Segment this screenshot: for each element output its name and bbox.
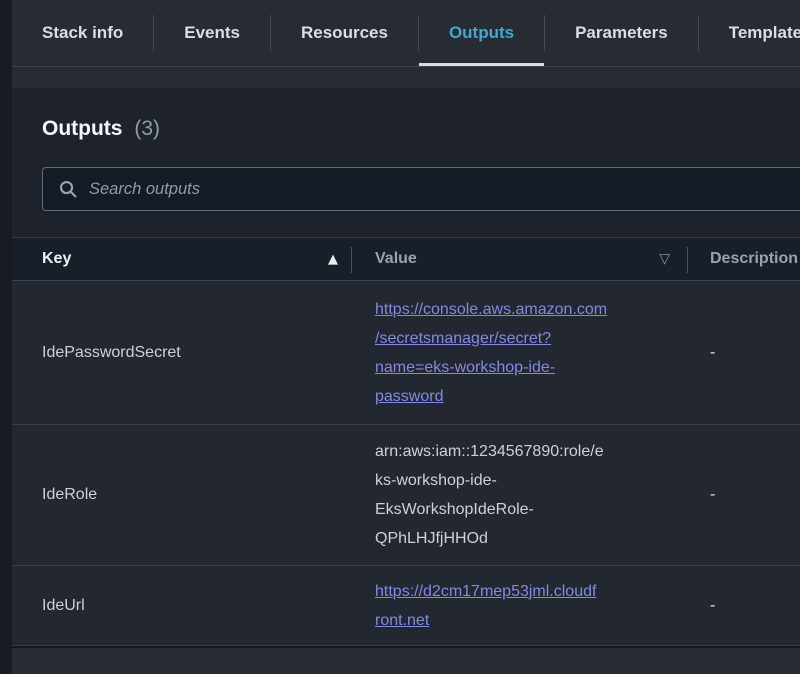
column-label: Description bbox=[710, 250, 798, 268]
column-header-value[interactable]: Value ▽ bbox=[352, 238, 688, 280]
tab-events[interactable]: Events bbox=[154, 0, 270, 67]
tab-label: Stack info bbox=[42, 23, 123, 43]
output-key: IdeUrl bbox=[12, 566, 352, 645]
output-description: - bbox=[688, 566, 800, 645]
active-tab-underline bbox=[419, 63, 544, 67]
tab-outputs[interactable]: Outputs bbox=[419, 0, 544, 67]
column-label: Key bbox=[42, 250, 71, 268]
outputs-count: (3) bbox=[134, 117, 160, 140]
tab-resources[interactable]: Resources bbox=[271, 0, 418, 67]
output-key: IdePasswordSecret bbox=[12, 281, 352, 424]
tab-label: Outputs bbox=[449, 23, 514, 43]
column-header-description[interactable]: Description bbox=[688, 238, 800, 280]
sort-ascending-icon: ▲ bbox=[328, 252, 338, 267]
table-row: IdeUrl https://d2cm17mep53jml.cloudf ron… bbox=[12, 566, 800, 646]
outputs-panel-header: Outputs (3) bbox=[12, 88, 800, 144]
outputs-table-header: Key ▲ Value ▽ Description bbox=[12, 237, 800, 281]
tab-parameters[interactable]: Parameters bbox=[545, 0, 698, 67]
output-description: - bbox=[688, 425, 800, 565]
output-value-link[interactable]: https://d2cm17mep53jml.cloudf ront.net bbox=[375, 577, 596, 635]
output-value-link[interactable]: https://console.aws.amazon.com /secretsm… bbox=[375, 295, 607, 411]
output-value-cell: arn:aws:iam::1234567890:role/e ks-worksh… bbox=[352, 425, 688, 565]
table-row: IdePasswordSecret https://console.aws.am… bbox=[12, 281, 800, 425]
tab-stack-info[interactable]: Stack info bbox=[12, 0, 153, 67]
search-outputs-box[interactable] bbox=[42, 167, 800, 211]
output-description: - bbox=[688, 281, 800, 424]
tab-template[interactable]: Template bbox=[699, 0, 800, 67]
search-outputs-input[interactable] bbox=[89, 168, 800, 210]
sort-descending-icon: ▽ bbox=[659, 251, 670, 267]
tab-label: Resources bbox=[301, 23, 388, 43]
stack-detail-tabs: Stack info Events Resources Outputs Para… bbox=[12, 0, 800, 67]
output-key: IdeRole bbox=[12, 425, 352, 565]
tab-label: Events bbox=[184, 23, 240, 43]
tab-label: Parameters bbox=[575, 23, 668, 43]
tab-label: Template bbox=[729, 23, 800, 43]
output-value-cell: https://console.aws.amazon.com /secretsm… bbox=[352, 281, 688, 424]
page-left-gutter bbox=[0, 0, 12, 674]
outputs-panel: Outputs (3) Key ▲ Value ▽ Description Id… bbox=[12, 88, 800, 648]
outputs-title: Outputs bbox=[42, 117, 122, 140]
search-icon bbox=[59, 180, 77, 198]
column-header-key[interactable]: Key ▲ bbox=[12, 238, 352, 280]
output-value-text: arn:aws:iam::1234567890:role/e ks-worksh… bbox=[375, 437, 604, 553]
output-value-cell: https://d2cm17mep53jml.cloudf ront.net bbox=[352, 566, 688, 645]
column-label: Value bbox=[375, 250, 417, 268]
table-row: IdeRole arn:aws:iam::1234567890:role/e k… bbox=[12, 425, 800, 566]
